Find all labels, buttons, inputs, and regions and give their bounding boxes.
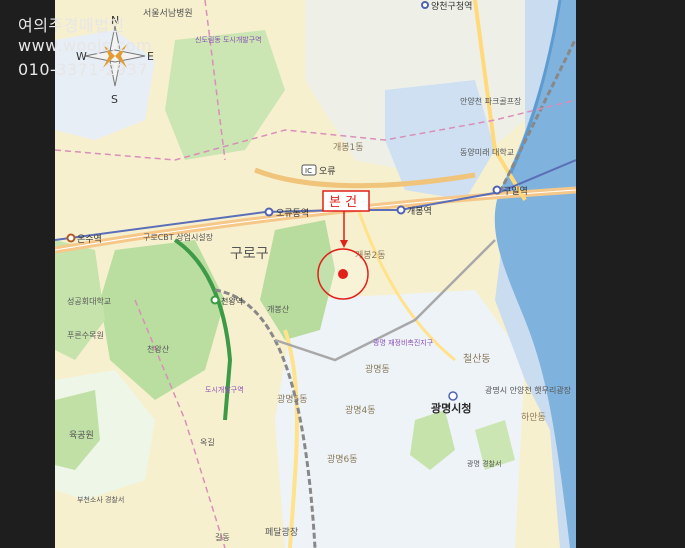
compass-s: S bbox=[111, 93, 118, 106]
station-guil-icon bbox=[492, 185, 502, 195]
label-puleunsu: 푸른수목원 bbox=[67, 331, 104, 340]
label-gwangmyeong5: 광명5동 bbox=[277, 393, 308, 405]
label-police: 부천소사 경찰서 bbox=[77, 495, 124, 504]
label-onsu: 온수역 bbox=[77, 234, 102, 245]
label-gwangmyeong-dong: 광명동 bbox=[365, 363, 390, 375]
station-yangcheon-icon bbox=[421, 1, 429, 9]
label-redevelop-low: 도시개발구역 bbox=[205, 385, 244, 394]
ic-badge: IC bbox=[305, 167, 312, 175]
label-dongyang: 동양미래 대학교 bbox=[460, 147, 514, 157]
label-gaebong1: 개봉1동 bbox=[333, 142, 364, 153]
label-haan: 하안동 bbox=[521, 412, 546, 423]
watermark-company: 여의주경매법인 bbox=[18, 16, 125, 35]
label-park-low: 육공원 bbox=[69, 430, 94, 441]
label-gaebong-station: 개봉역 bbox=[407, 206, 432, 217]
watermark-phone: 010-3371-2937 bbox=[18, 60, 149, 79]
label-guil: 구일역 bbox=[503, 186, 528, 197]
label-guro-gu: 구로구 bbox=[230, 246, 269, 262]
city-hall-icon bbox=[448, 391, 458, 401]
label-gwangmyeong6: 광명6동 bbox=[327, 453, 358, 465]
label-gaebongsan: 개봉산 bbox=[267, 304, 290, 314]
label-cheolsan: 철산동 bbox=[463, 353, 491, 365]
label-anyang-park: 광명시 안양천 햇무리광장 bbox=[485, 385, 572, 395]
label-pedal: 페달광장 bbox=[265, 526, 298, 538]
label-redevelop-mid: 광명 재정비촉진지구 bbox=[373, 338, 434, 347]
label-oryudong: 오류동역 bbox=[276, 208, 309, 219]
station-onsu-icon bbox=[66, 233, 76, 243]
label-police2: 광명 경찰서 bbox=[467, 459, 501, 468]
label-sunggonghoe: 성공회대학교 bbox=[67, 296, 111, 306]
label-gil: 길동 bbox=[215, 533, 230, 542]
label-gwangmyeong4: 광명4동 bbox=[345, 404, 376, 416]
label-redevelop-top: 신도림동 도시개발구역 bbox=[195, 35, 262, 44]
station-cheonwang-icon bbox=[210, 295, 220, 305]
station-oryudong-icon bbox=[264, 207, 274, 217]
label-city-hall: 광명시청 bbox=[431, 401, 471, 415]
marker-label: 본 건 bbox=[329, 195, 357, 210]
label-ic-oryu: 오류 bbox=[319, 166, 336, 177]
label-cheonwang: 천왕역 bbox=[221, 296, 243, 306]
watermark-url: www.woojs.com bbox=[18, 36, 153, 55]
label-yangcheon: 양천구청역 bbox=[431, 1, 472, 12]
target-dot bbox=[338, 269, 348, 279]
label-okgil: 옥길 bbox=[200, 438, 215, 447]
label-yangcheon-park: 안양천 파크골프장 bbox=[460, 96, 522, 106]
station-gaebong-icon bbox=[396, 205, 406, 215]
label-cheonwangsan: 천왕산 bbox=[147, 344, 170, 354]
label-guro-cbt: 구로CBT 상업시설장 bbox=[143, 232, 214, 242]
